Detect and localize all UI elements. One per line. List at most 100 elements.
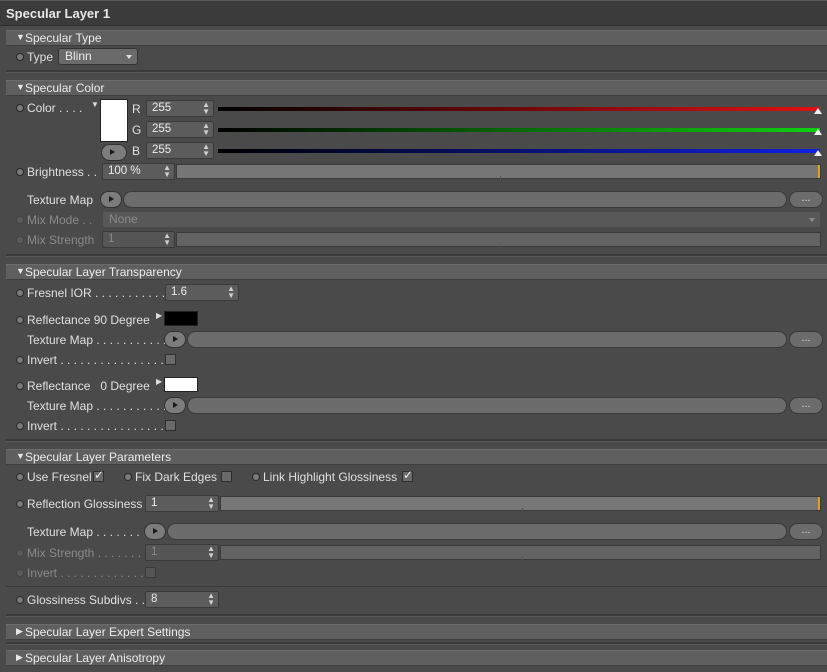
reflection-glossiness-slider[interactable] — [220, 496, 821, 511]
glossiness-subdivs-animate-radio[interactable] — [16, 596, 24, 604]
texture-map-browse-button[interactable]: ... — [789, 191, 823, 208]
section-specular-layer-expert-settings[interactable]: ▶ Specular Layer Expert Settings — [6, 624, 827, 640]
b-value: 255 — [152, 144, 172, 156]
texture-map-play-button[interactable] — [144, 523, 166, 540]
g-slider-handle[interactable] — [814, 129, 822, 135]
texture-map-field[interactable] — [187, 331, 787, 348]
reflection-glossiness-animate-radio[interactable] — [16, 500, 24, 508]
type-animate-radio[interactable] — [16, 53, 24, 61]
mix-strength-field[interactable]: 1 ▲ ▼ — [145, 544, 219, 561]
texture-map-field[interactable] — [167, 523, 787, 540]
slider-handle[interactable] — [818, 497, 820, 510]
expand-triangle-icon[interactable]: ▶ — [156, 311, 162, 320]
use-fresnel-animate-radio[interactable] — [16, 473, 24, 481]
texture-map-field[interactable] — [187, 397, 787, 414]
spinner-arrows-icon[interactable]: ▲ ▼ — [207, 545, 215, 560]
mix-strength-slider[interactable] — [176, 232, 821, 247]
spinner-arrows-icon[interactable]: ▲ ▼ — [163, 232, 171, 247]
invert-checkbox[interactable] — [165, 420, 176, 431]
mix-strength-animate-radio[interactable] — [16, 236, 24, 244]
invert-checkbox[interactable] — [145, 567, 156, 578]
type-dropdown[interactable]: Blinn — [58, 48, 138, 65]
section-specular-layer-transparency[interactable]: ▼ Specular Layer Transparency — [6, 264, 827, 280]
color-swatch[interactable] — [100, 99, 128, 142]
use-fresnel-label: Use Fresnel — [27, 470, 92, 484]
b-slider-handle[interactable] — [814, 150, 822, 156]
color-label: Color . . . . — [27, 101, 83, 115]
spinner-arrows-icon[interactable]: ▲ ▼ — [202, 143, 210, 158]
section-title: Specular Layer Expert Settings — [25, 625, 191, 639]
spinner-arrows-icon[interactable]: ▲ ▼ — [202, 101, 210, 116]
g-value-field[interactable]: 255 ▲ ▼ — [146, 121, 214, 138]
fresnel-ior-value: 1.6 — [171, 286, 187, 298]
mix-strength-label: Mix Strength — [27, 233, 95, 247]
reflectance-0-animate-radio[interactable] — [16, 382, 24, 390]
reflection-glossiness-field[interactable]: 1 ▲ ▼ — [145, 495, 219, 512]
panel-title: Specular Layer 1 — [6, 6, 111, 21]
use-fresnel-checkbox[interactable]: ✓ — [93, 468, 104, 482]
spinner-arrows-icon[interactable]: ▲ ▼ — [207, 496, 215, 511]
slider-center-tick — [522, 508, 523, 511]
r-value-field[interactable]: 255 ▲ ▼ — [146, 100, 214, 117]
browse-dots: ... — [801, 192, 811, 204]
fresnel-ior-field[interactable]: 1.6 ▲ ▼ — [165, 284, 239, 301]
panel-title-bar: Specular Layer 1 — [0, 0, 827, 26]
expand-triangle-icon[interactable]: ▶ — [156, 377, 162, 386]
reflectance-90-animate-radio[interactable] — [16, 316, 24, 324]
reflectance-90-swatch[interactable] — [164, 311, 198, 326]
section-title: Specular Layer Anisotropy — [25, 651, 166, 665]
spinner-arrows-icon[interactable]: ▲ ▼ — [207, 592, 215, 607]
section-specular-color[interactable]: ▼ Specular Color — [6, 80, 827, 96]
fresnel-ior-animate-radio[interactable] — [16, 289, 24, 297]
texture-map-browse-button[interactable]: ... — [789, 523, 823, 540]
texture-map-play-button[interactable] — [100, 191, 122, 208]
texture-map-browse-button[interactable]: ... — [789, 397, 823, 414]
mix-mode-animate-radio[interactable] — [16, 216, 24, 224]
texture-map-label: Texture Map . . . . . . . . . . . — [27, 333, 167, 347]
invert-animate-radio[interactable] — [16, 569, 24, 577]
texture-map-play-button[interactable] — [164, 331, 186, 348]
b-value-field[interactable]: 255 ▲ ▼ — [146, 142, 214, 159]
glossiness-subdivs-field[interactable]: 8 ▲ ▼ — [145, 591, 219, 608]
invert-animate-radio[interactable] — [16, 422, 24, 430]
texture-map-browse-button[interactable]: ... — [789, 331, 823, 348]
spinner-arrows-icon[interactable]: ▲ ▼ — [202, 122, 210, 137]
color-expand-triangle-icon[interactable]: ▼ — [91, 100, 99, 109]
reflectance-0-swatch[interactable] — [164, 377, 198, 392]
section-specular-type[interactable]: ▼ Specular Type — [6, 30, 827, 46]
spinner-arrows-icon[interactable]: ▲ ▼ — [227, 285, 235, 300]
dropdown-arrow-icon — [809, 218, 815, 222]
link-highlight-glossiness-checkbox[interactable]: ✓ — [402, 468, 413, 482]
invert-label: Invert . . . . . . . . . . . . . . . . . — [27, 419, 171, 433]
invert-animate-radio[interactable] — [16, 356, 24, 364]
section-title: Specular Layer Parameters — [25, 450, 172, 464]
texture-map-field[interactable] — [123, 191, 787, 208]
color-picker-toggle-button[interactable] — [101, 144, 127, 161]
section-specular-layer-anisotropy[interactable]: ▶ Specular Layer Anisotropy — [6, 650, 827, 666]
texture-map-play-button[interactable] — [164, 397, 186, 414]
mix-strength-animate-radio[interactable] — [16, 549, 24, 557]
spinner-arrows-icon[interactable]: ▲ ▼ — [163, 164, 171, 179]
link-highlight-glossiness-animate-radio[interactable] — [252, 473, 260, 481]
brightness-animate-radio[interactable] — [16, 168, 24, 176]
g-slider[interactable] — [218, 128, 820, 132]
texture-map-label: Texture Map — [27, 193, 94, 207]
g-value: 255 — [152, 123, 172, 135]
mix-strength-field[interactable]: 1 ▲ ▼ — [102, 231, 175, 248]
mix-strength-value: 1 — [108, 233, 115, 245]
b-slider[interactable] — [218, 149, 820, 153]
collapse-triangle-icon: ▼ — [16, 32, 25, 42]
brightness-field[interactable]: 100 % ▲ ▼ — [102, 163, 175, 180]
r-slider[interactable] — [218, 107, 820, 111]
fix-dark-edges-animate-radio[interactable] — [124, 473, 132, 481]
separator — [6, 254, 827, 257]
mix-strength-slider[interactable] — [220, 545, 821, 560]
brightness-slider[interactable] — [176, 164, 821, 179]
invert-checkbox[interactable] — [165, 354, 176, 365]
color-animate-radio[interactable] — [16, 104, 24, 112]
mix-mode-dropdown[interactable]: None — [102, 211, 821, 228]
slider-handle[interactable] — [818, 165, 820, 178]
r-slider-handle[interactable] — [814, 108, 822, 114]
section-specular-layer-parameters[interactable]: ▼ Specular Layer Parameters — [6, 449, 827, 465]
fix-dark-edges-checkbox[interactable] — [221, 471, 232, 482]
